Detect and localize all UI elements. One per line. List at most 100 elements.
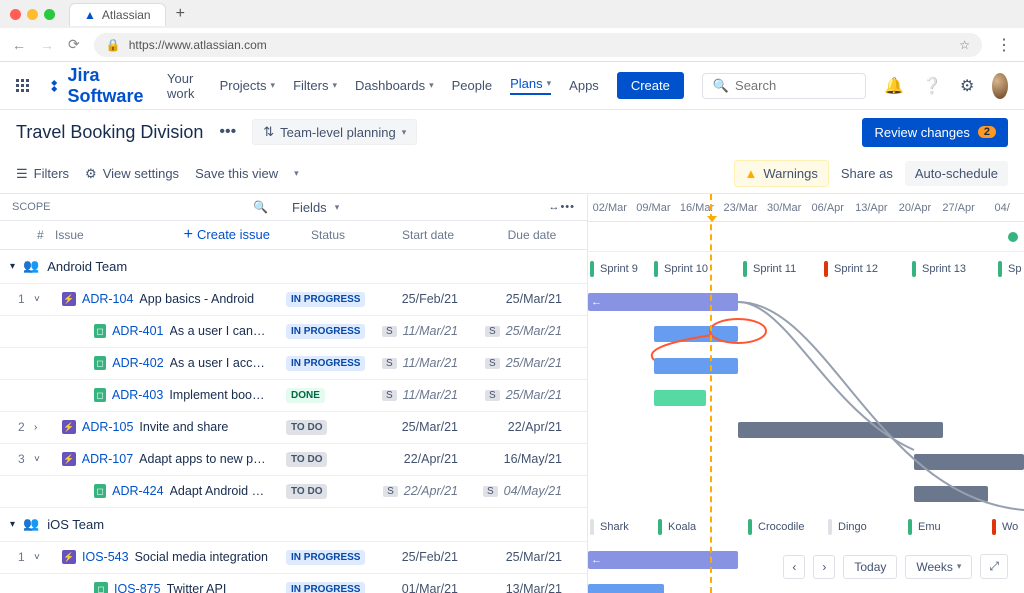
issue-key[interactable]: ADR-424 [112, 484, 163, 498]
url-bar[interactable]: 🔒 https://www.atlassian.com ☆ [94, 33, 982, 57]
expand-icon[interactable]: ˅ [34, 294, 50, 305]
issue-row[interactable]: ◻ ADR-403 Implement booking... DONE S11/… [0, 380, 587, 412]
issue-key[interactable]: ADR-107 [82, 452, 133, 466]
sprint-chip[interactable]: Sprint 10 [654, 261, 708, 277]
timeline-bar[interactable] [738, 422, 943, 438]
issue-row[interactable]: 1 ˅ ⚡ IOS-543 Social media integration I… [0, 542, 587, 574]
expand-columns-icon[interactable]: ↔••• [548, 201, 575, 213]
back-icon[interactable]: ← [12, 37, 26, 53]
minimize-window-icon[interactable] [27, 9, 38, 20]
nav-your-work[interactable]: Your work [167, 71, 202, 101]
timeline-bar[interactable]: ← [588, 584, 664, 593]
forward-icon[interactable]: → [40, 37, 54, 53]
auto-schedule-button[interactable]: Auto-schedule [905, 161, 1008, 186]
nav-projects[interactable]: Projects▾ [220, 78, 276, 93]
notifications-icon[interactable]: 🔔 [884, 74, 904, 98]
create-button[interactable]: Create [617, 72, 684, 99]
search-box[interactable]: 🔍 [702, 73, 866, 99]
team-row[interactable]: ▾ 👥 iOS Team [0, 508, 587, 542]
due-date-cell[interactable]: 16/May/21 [476, 452, 580, 466]
jira-logo[interactable]: Jira Software [47, 65, 149, 107]
issue-key[interactable]: IOS-875 [114, 582, 161, 593]
plan-actions-icon[interactable]: ••• [213, 123, 242, 141]
start-date-cell[interactable]: 25/Mar/21 [372, 420, 476, 434]
due-date-cell[interactable]: 22/Apr/21 [476, 420, 580, 434]
status-badge[interactable]: IN PROGRESS [286, 324, 365, 339]
search-scope-icon[interactable]: 🔍 [253, 200, 268, 214]
issue-key[interactable]: ADR-105 [82, 420, 133, 434]
timeline-bar[interactable]: ← [588, 551, 738, 569]
start-date-cell[interactable]: 25/Feb/21 [372, 292, 476, 306]
sprint-chip[interactable]: Dingo [828, 519, 867, 535]
close-window-icon[interactable] [10, 9, 21, 20]
timeline-bar[interactable] [654, 358, 738, 374]
avatar[interactable] [992, 73, 1008, 99]
view-mode-selector[interactable]: ⇅ Team-level planning ▾ [252, 119, 417, 145]
filters-button[interactable]: ☰Filters [16, 166, 69, 182]
status-badge[interactable]: IN PROGRESS [286, 550, 365, 565]
issue-row[interactable]: ◻ ADR-424 Adapt Android app... TO DO S22… [0, 476, 587, 508]
status-badge[interactable]: IN PROGRESS [286, 292, 365, 307]
save-view-button[interactable]: Save this view [195, 166, 278, 181]
timeline-prev-button[interactable]: ‹ [783, 555, 805, 579]
browser-tab[interactable]: ▲ Atlassian [69, 3, 166, 26]
nav-plans[interactable]: Plans▾ [510, 76, 551, 95]
issue-row[interactable]: ◻ IOS-875 Twitter API IN PROGRESS 01/Mar… [0, 574, 587, 593]
start-date-cell[interactable]: S22/Apr/21 [372, 484, 476, 498]
star-icon[interactable]: ☆ [959, 38, 970, 52]
status-badge[interactable]: IN PROGRESS [286, 356, 365, 371]
fullscreen-button[interactable]: ⤢ [980, 554, 1008, 579]
start-date-cell[interactable]: S11/Mar/21 [372, 356, 476, 370]
warnings-button[interactable]: ▲Warnings [734, 160, 829, 187]
browser-menu-icon[interactable]: ⋮ [996, 35, 1012, 55]
timeline-bar[interactable] [654, 326, 738, 342]
team-row[interactable]: ▾ 👥 Android Team [0, 250, 587, 284]
timeline-bar[interactable]: ← [588, 293, 738, 311]
nav-apps[interactable]: Apps [569, 78, 599, 93]
timeline-bar[interactable] [914, 486, 988, 502]
due-date-cell[interactable]: 25/Mar/21 [476, 550, 580, 564]
today-button[interactable]: Today [843, 555, 897, 579]
issue-row[interactable]: 2 › ⚡ ADR-105 Invite and share TO DO 25/… [0, 412, 587, 444]
start-date-cell[interactable]: S11/Mar/21 [372, 324, 476, 338]
expand-icon[interactable]: ˅ [34, 454, 50, 465]
status-badge[interactable]: TO DO [286, 484, 327, 499]
share-as-button[interactable]: Share as [841, 166, 893, 181]
status-badge[interactable]: DONE [286, 388, 325, 403]
nav-dashboards[interactable]: Dashboards▾ [355, 78, 434, 93]
search-input[interactable] [735, 78, 855, 93]
fields-label[interactable]: Fields [292, 200, 327, 215]
sprint-chip[interactable]: Wo [992, 519, 1018, 535]
due-date-cell[interactable]: S25/Mar/21 [476, 356, 580, 370]
due-date-cell[interactable]: 25/Mar/21 [476, 292, 580, 306]
sprint-chip[interactable]: Sprint 11 [743, 261, 796, 277]
nav-filters[interactable]: Filters▾ [293, 78, 337, 93]
help-icon[interactable]: ❔ [922, 74, 942, 98]
new-tab-button[interactable]: + [176, 5, 185, 23]
issue-key[interactable]: ADR-402 [112, 356, 163, 370]
start-date-cell[interactable]: S11/Mar/21 [372, 388, 476, 402]
start-date-cell[interactable]: 01/Mar/21 [372, 582, 476, 593]
status-badge[interactable]: IN PROGRESS [286, 582, 365, 593]
release-marker-icon[interactable] [1008, 232, 1018, 242]
issue-row[interactable]: 1 ˅ ⚡ ADR-104 App basics - Android IN PR… [0, 284, 587, 316]
review-changes-button[interactable]: Review changes 2 [862, 118, 1008, 147]
create-issue-button[interactable]: +Create issue [184, 226, 270, 244]
sprint-chip[interactable]: Crocodile [748, 519, 804, 535]
timeline-bar[interactable] [914, 454, 1024, 470]
issue-key[interactable]: ADR-403 [112, 388, 163, 402]
start-date-cell[interactable]: 25/Feb/21 [372, 550, 476, 564]
status-badge[interactable]: TO DO [286, 420, 327, 435]
maximize-window-icon[interactable] [44, 9, 55, 20]
timeline-next-button[interactable]: › [813, 555, 835, 579]
sprint-chip[interactable]: Sprint 9 [590, 261, 638, 277]
start-date-cell[interactable]: 22/Apr/21 [372, 452, 476, 466]
sprint-chip[interactable]: Sprint 12 [824, 261, 878, 277]
settings-icon[interactable]: ⚙ [960, 74, 974, 98]
sprint-chip[interactable]: Koala [658, 519, 696, 535]
due-date-cell[interactable]: S04/May/21 [476, 484, 580, 498]
issue-row[interactable]: ◻ ADR-401 As a user I can log... IN PROG… [0, 316, 587, 348]
issue-row[interactable]: ◻ ADR-402 As a user I access... IN PROGR… [0, 348, 587, 380]
due-date-cell[interactable]: S25/Mar/21 [476, 388, 580, 402]
sprint-chip[interactable]: Sprint 13 [912, 261, 966, 277]
